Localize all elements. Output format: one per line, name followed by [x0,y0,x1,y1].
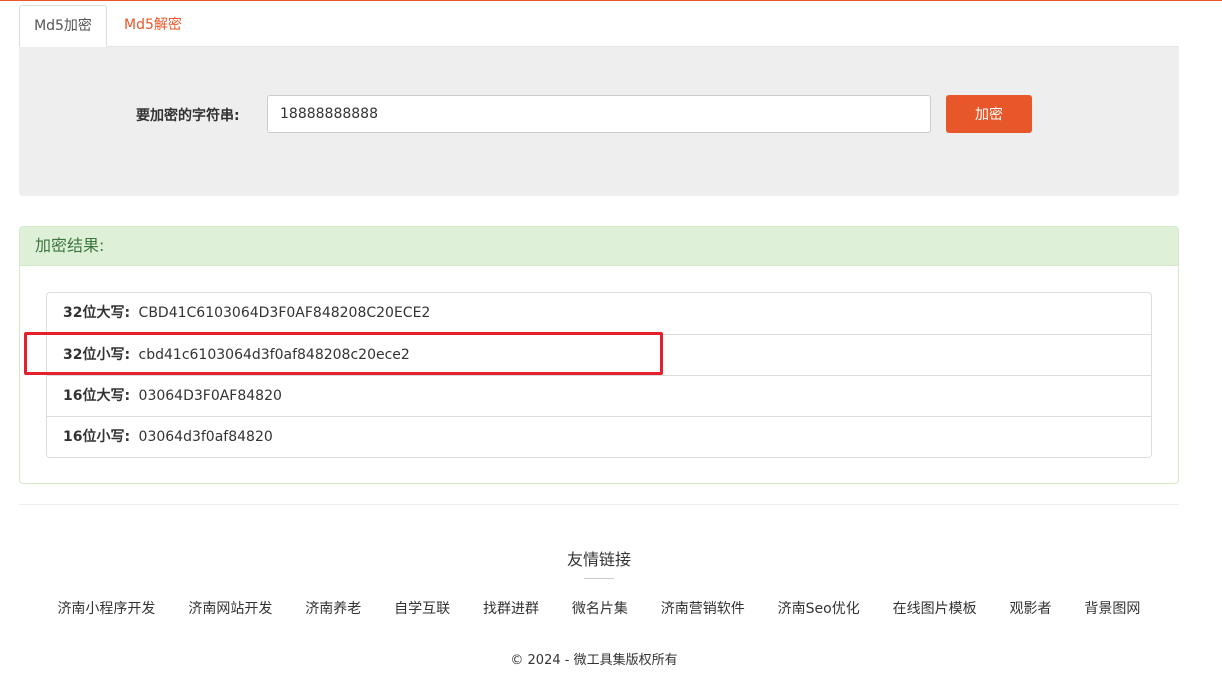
result-key: 32位大写: [63,305,131,321]
tab-bar: Md5加密 Md5解密 [19,5,1179,47]
tab-md5-encrypt[interactable]: Md5加密 [19,5,107,47]
result-key: 16位大写: [63,388,131,404]
friend-link[interactable]: 微名片集 [572,598,628,618]
result-key: 16位小写: [63,429,131,445]
top-accent-line [0,0,1222,1]
input-label: 要加密的字符串: [136,108,240,124]
friend-link[interactable]: 济南Seo优化 [778,598,860,618]
friend-link[interactable]: 背景图网 [1084,598,1140,618]
result-row-16-lower: 16位小写: 03064d3f0af84820 [47,416,1151,457]
friend-link[interactable]: 找群进群 [483,598,539,618]
string-input[interactable] [267,95,931,133]
friend-link[interactable]: 济南养老 [305,598,361,618]
friend-link[interactable]: 济南营销软件 [661,598,745,618]
highlight-annotation-box [24,332,663,375]
encrypt-form-panel: 要加密的字符串: 加密 [19,47,1179,196]
friend-links: 济南小程序开发 济南网站开发 济南养老 自学互联 找群进群 微名片集 济南营销软… [41,598,1157,618]
friend-link[interactable]: 观影者 [1010,598,1052,618]
friend-links-title: 友情链接 [566,550,631,569]
friend-links-underline [584,578,614,579]
tab-md5-decrypt[interactable]: Md5解密 [109,5,197,47]
friend-link[interactable]: 自学互联 [394,598,450,618]
result-value: 03064d3f0af84820 [138,429,273,445]
result-row-16-upper: 16位大写: 03064D3F0AF84820 [47,375,1151,416]
result-row-32-upper: 32位大写: CBD41C6103064D3F0AF848208C20ECE2 [47,293,1151,334]
friend-link[interactable]: 济南小程序开发 [57,598,155,618]
encrypt-button[interactable]: 加密 [946,95,1032,133]
result-heading: 加密结果: [20,227,1178,266]
friend-link[interactable]: 在线图片模板 [893,598,977,618]
result-list: 32位大写: CBD41C6103064D3F0AF848208C20ECE2 … [46,292,1152,458]
result-value: 03064D3F0AF84820 [138,388,282,404]
friend-link[interactable]: 济南网站开发 [188,598,272,618]
copyright: © 2024 - 微工具集版权所有 [510,653,678,668]
result-value: CBD41C6103064D3F0AF848208C20ECE2 [138,305,431,321]
footer-divider [19,504,1179,505]
